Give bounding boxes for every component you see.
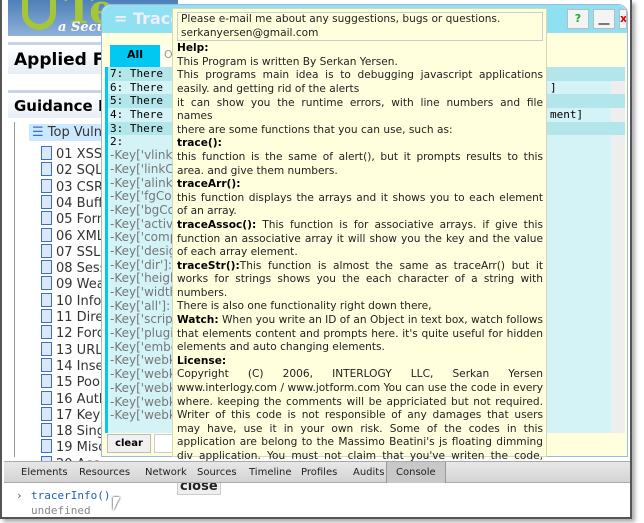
tree-item[interactable]: 11 Dire (41, 309, 103, 326)
devtools-tabbar: Elements Resources Network Sources Timeline P… (4, 461, 630, 483)
document-icon (41, 439, 52, 454)
close-button[interactable]: x (619, 9, 627, 29)
document-icon (41, 227, 52, 242)
tree-item[interactable]: 05 Forn (41, 211, 105, 228)
document-icon (41, 309, 52, 323)
devtools-tab-elements[interactable]: Elements (12, 462, 77, 483)
document-icon (41, 374, 52, 389)
document-icon (41, 162, 52, 177)
document-icon (41, 146, 52, 160)
tree-item[interactable]: 14 Inse (41, 357, 104, 375)
tree-item[interactable]: 18 Sing (41, 423, 105, 440)
document-icon (41, 276, 52, 291)
document-icon (41, 357, 52, 372)
tree-item[interactable]: 17 Key (41, 406, 100, 424)
devtools-tab-resources[interactable]: Resources (70, 462, 139, 483)
devtools-tab-sources[interactable]: Sources (188, 462, 246, 483)
browser-page: Te a Securi Applied Filt Guidance Lib ☰ T… (0, 0, 632, 519)
tree-item[interactable]: 08 Sess (41, 260, 106, 277)
contact-box: Please e-mail me about any suggestions, … (177, 12, 543, 42)
document-icon (41, 211, 52, 226)
document-icon (41, 406, 52, 421)
tree-item[interactable]: 03 CSRI (41, 178, 107, 196)
document-icon (41, 178, 52, 193)
tab-all[interactable]: All (110, 45, 160, 67)
document-icon (41, 390, 52, 405)
help-panel: Please e-mail me about any suggestions, … (172, 8, 547, 496)
document-icon (41, 341, 52, 356)
tree-item[interactable]: 15 Poor (41, 374, 105, 391)
document-icon (41, 260, 52, 275)
console-command: tracerInfo() (31, 489, 111, 502)
tree-item[interactable]: 06 XML (41, 227, 104, 245)
help-button[interactable]: ? (567, 9, 589, 29)
console-result: undefined (31, 504, 91, 517)
devtools-tab-network[interactable]: Network (136, 462, 196, 483)
tree-item[interactable]: 16 Auth (41, 390, 107, 408)
tree-item[interactable]: 02 SQLi (41, 162, 106, 179)
document-icon (41, 292, 52, 307)
devtools-tab-console[interactable]: Console (386, 462, 446, 483)
clear-button[interactable]: clear (107, 434, 151, 453)
tree-item[interactable]: 01 XSS (41, 146, 102, 163)
watch-input[interactable] (154, 434, 174, 453)
devtools-tab-profiles[interactable]: Profiles (292, 462, 346, 483)
tree-item[interactable]: 12 Forc (41, 325, 104, 342)
tree-item[interactable]: 10 Infor (41, 292, 107, 310)
tree-item[interactable]: 13 URL (41, 341, 102, 359)
minimize-button[interactable]: __ (593, 9, 615, 29)
prompt-chevron-icon: › (16, 489, 23, 502)
document-icon (41, 194, 52, 209)
tree-item[interactable]: 07 SSL (41, 243, 100, 261)
document-icon (41, 243, 52, 258)
mouse-cursor-icon (113, 497, 120, 511)
document-icon (41, 423, 52, 438)
devtools-console[interactable]: › tracerInfo() undefined (4, 484, 630, 517)
document-icon (41, 325, 52, 340)
tree-item[interactable]: 19 Misc (41, 439, 105, 456)
stack-icon: ☰ (32, 125, 48, 140)
tree-item[interactable]: 09 Wea (41, 276, 105, 293)
